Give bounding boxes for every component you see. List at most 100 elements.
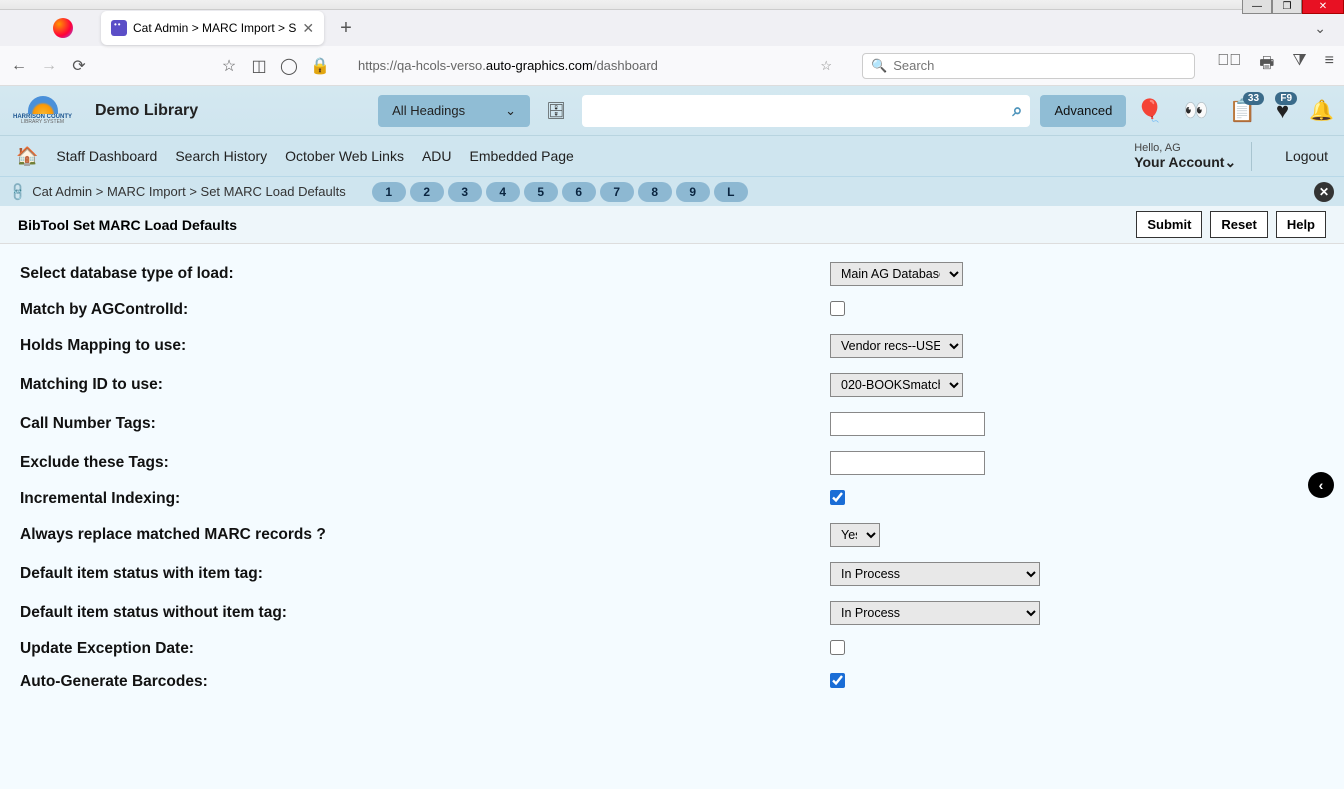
- step-3[interactable]: 3: [448, 182, 482, 202]
- window-maximize-button[interactable]: ❐: [1272, 0, 1302, 14]
- advanced-search-button[interactable]: Advanced: [1040, 95, 1126, 127]
- address-bar[interactable]: https://qa-hcols-verso.auto-graphics.com…: [350, 54, 840, 78]
- label-auto-generate-barcodes: Auto-Generate Barcodes:: [20, 673, 830, 691]
- checkbox-match-agcontrolid[interactable]: [830, 301, 845, 316]
- browser-tab-bar: Cat Admin > MARC Import > S ✕ + ⌄: [0, 10, 1344, 46]
- search-icon: 🔍: [871, 58, 887, 74]
- headings-dropdown[interactable]: All Headings ⌄: [378, 95, 530, 127]
- form-area: Select database type of load: Main AG Da…: [0, 244, 1344, 789]
- forward-button[interactable]: →: [40, 57, 58, 75]
- label-database-type: Select database type of load:: [20, 265, 830, 283]
- step-1[interactable]: 1: [372, 182, 406, 202]
- list-badge: 33: [1243, 92, 1264, 105]
- nav-october-web-links[interactable]: October Web Links: [285, 148, 404, 164]
- page-title: BibTool Set MARC Load Defaults: [18, 217, 237, 233]
- home-icon[interactable]: 🏠: [16, 146, 38, 167]
- select-default-status-without[interactable]: In Process: [830, 601, 1040, 625]
- chevron-down-icon: ⌄: [505, 103, 516, 119]
- step-9[interactable]: 9: [676, 182, 710, 202]
- print-icon[interactable]: 🖶: [1259, 52, 1274, 79]
- select-matching-id[interactable]: 020-BOOKSmatch: [830, 373, 963, 397]
- label-always-replace: Always replace matched MARC records ?: [20, 526, 830, 544]
- browser-tab[interactable]: Cat Admin > MARC Import > S ✕: [101, 11, 324, 45]
- shield-icon[interactable]: ◯: [280, 56, 298, 76]
- search-icon[interactable]: ⌕: [1012, 100, 1022, 121]
- headings-label: All Headings: [392, 103, 465, 118]
- library-name: Demo Library: [95, 102, 198, 120]
- help-button[interactable]: Help: [1276, 211, 1326, 238]
- label-incremental-indexing: Incremental Indexing:: [20, 490, 830, 508]
- checkbox-auto-generate-barcodes[interactable]: [830, 673, 845, 688]
- checkbox-incremental-indexing[interactable]: [830, 490, 845, 505]
- catalog-search-input[interactable]: [590, 103, 1012, 119]
- database-icon[interactable]: 🗄: [540, 101, 572, 121]
- favorites-badge: F9: [1275, 92, 1297, 105]
- account-menu[interactable]: Hello, AG Your Account⌄: [1134, 142, 1252, 171]
- balloon-icon[interactable]: 🎈: [1136, 98, 1163, 124]
- tabs-dropdown-icon[interactable]: ⌄: [1314, 20, 1326, 37]
- label-holds-mapping: Holds Mapping to use:: [20, 337, 830, 355]
- label-exclude-tags: Exclude these Tags:: [20, 454, 830, 472]
- binoculars-icon[interactable]: 👀: [1184, 98, 1209, 123]
- pocket-icon[interactable]: ⌄⃝: [1217, 52, 1241, 79]
- step-7[interactable]: 7: [600, 182, 634, 202]
- hamburger-menu-icon[interactable]: ≡: [1325, 52, 1334, 79]
- select-always-replace[interactable]: Yes: [830, 523, 880, 547]
- tab-favicon-icon: [111, 20, 127, 36]
- favorites-button[interactable]: ♥ F9: [1276, 98, 1289, 124]
- label-update-exception: Update Exception Date:: [20, 640, 830, 658]
- bell-icon[interactable]: 🔔: [1309, 98, 1334, 123]
- select-holds-mapping[interactable]: Vendor recs--USE: [830, 334, 963, 358]
- window-titlebar: — ❐ ✕: [0, 0, 1344, 10]
- close-panel-icon[interactable]: ✕: [1314, 182, 1334, 202]
- label-default-status-with: Default item status with item tag:: [20, 565, 830, 583]
- tab-title: Cat Admin > MARC Import > S: [133, 21, 296, 35]
- submit-button[interactable]: Submit: [1136, 211, 1202, 238]
- bookmark-page-icon[interactable]: ☆: [820, 58, 832, 74]
- select-database-type[interactable]: Main AG Database: [830, 262, 963, 286]
- multi-tab-icon[interactable]: ◫: [250, 56, 268, 76]
- list-button[interactable]: 📋 33: [1229, 98, 1256, 124]
- library-logo[interactable]: HARRISON COUNTY LIBRARY SYSTEM: [10, 91, 75, 131]
- breadcrumb-text[interactable]: Cat Admin > MARC Import > Set MARC Load …: [32, 184, 346, 199]
- reset-button[interactable]: Reset: [1210, 211, 1267, 238]
- step-l[interactable]: L: [714, 182, 748, 202]
- logout-link[interactable]: Logout: [1285, 148, 1328, 164]
- label-matching-id: Matching ID to use:: [20, 376, 830, 394]
- window-minimize-button[interactable]: —: [1242, 0, 1272, 14]
- nav-embedded-page[interactable]: Embedded Page: [470, 148, 574, 164]
- extensions-icon[interactable]: ⧩: [1292, 52, 1306, 79]
- nav-staff-dashboard[interactable]: Staff Dashboard: [56, 148, 157, 164]
- logo-sun-icon: [28, 96, 58, 114]
- browser-search-input[interactable]: [893, 58, 1186, 73]
- bookmark-star-outline-icon[interactable]: ☆: [220, 56, 238, 76]
- hello-text: Hello, AG: [1134, 142, 1236, 154]
- select-default-status-with[interactable]: In Process: [830, 562, 1040, 586]
- tab-close-icon[interactable]: ✕: [302, 20, 314, 37]
- back-button[interactable]: ←: [10, 57, 28, 75]
- browser-search-box[interactable]: 🔍: [862, 53, 1195, 79]
- link-icon: 🔗: [7, 180, 30, 203]
- browser-toolbar: ← → ⟳ ☆ ◫ ◯ 🔒 https://qa-hcols-verso.aut…: [0, 46, 1344, 86]
- new-tab-button[interactable]: +: [332, 17, 360, 40]
- input-exclude-tags[interactable]: [830, 451, 985, 475]
- breadcrumb: 🔗 Cat Admin > MARC Import > Set MARC Loa…: [0, 176, 1344, 206]
- input-call-number-tags[interactable]: [830, 412, 985, 436]
- step-4[interactable]: 4: [486, 182, 520, 202]
- label-default-status-without: Default item status without item tag:: [20, 604, 830, 622]
- window-close-button[interactable]: ✕: [1302, 0, 1344, 14]
- label-call-number-tags: Call Number Tags:: [20, 415, 830, 433]
- page-title-row: BibTool Set MARC Load Defaults Submit Re…: [0, 206, 1344, 244]
- step-5[interactable]: 5: [524, 182, 558, 202]
- chevron-down-icon: ⌄: [1224, 154, 1236, 170]
- reload-button[interactable]: ⟳: [70, 56, 88, 76]
- catalog-search-box[interactable]: ⌕: [582, 95, 1030, 127]
- nav-search-history[interactable]: Search History: [175, 148, 267, 164]
- step-6[interactable]: 6: [562, 182, 596, 202]
- step-indicator: 1 2 3 4 5 6 7 8 9 L: [372, 182, 748, 202]
- checkbox-update-exception[interactable]: [830, 640, 845, 655]
- expand-panel-icon[interactable]: ‹: [1308, 472, 1334, 498]
- step-8[interactable]: 8: [638, 182, 672, 202]
- step-2[interactable]: 2: [410, 182, 444, 202]
- nav-adu[interactable]: ADU: [422, 148, 452, 164]
